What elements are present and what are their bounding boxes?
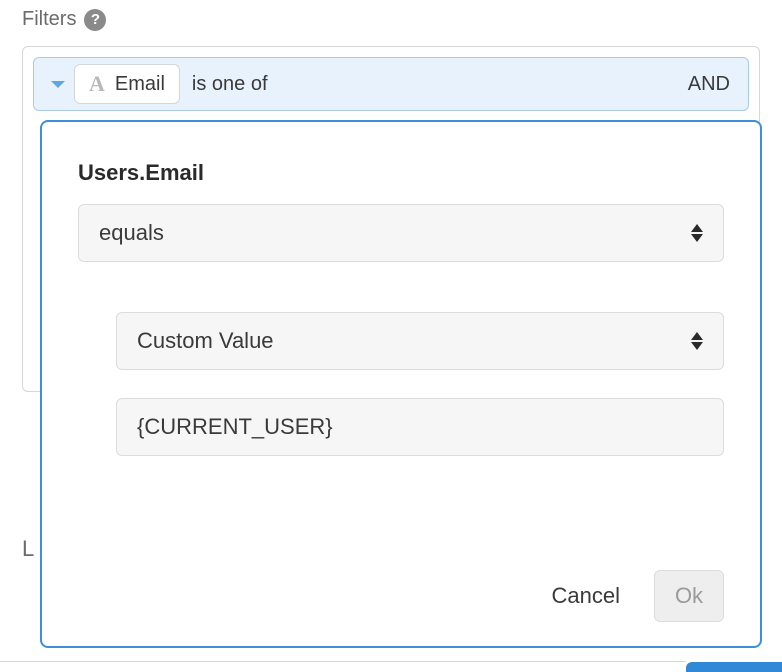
filters-label: Filters ? (22, 8, 106, 31)
caret-down-icon (51, 81, 65, 88)
field-pill[interactable]: A Email (74, 64, 180, 104)
filter-condition: is one of (192, 73, 268, 96)
operator-select[interactable]: equals (78, 204, 724, 262)
ok-button[interactable]: Ok (654, 570, 724, 622)
field-name: Email (115, 73, 165, 96)
popup-title: Users.Email (78, 160, 724, 186)
divider (0, 661, 686, 662)
button-row: Cancel Ok (78, 550, 724, 622)
filter-row[interactable]: A Email is one of AND (33, 57, 749, 111)
filter-joiner: AND (688, 73, 736, 96)
filter-popup: Users.Email equals Custom Value {CURRENT… (40, 120, 762, 648)
sort-arrows-icon (691, 224, 703, 242)
value-input[interactable]: {CURRENT_USER} (116, 398, 724, 456)
value-type: Custom Value (137, 328, 274, 354)
value-type-select[interactable]: Custom Value (116, 312, 724, 370)
filter-caret[interactable] (46, 81, 70, 88)
help-icon[interactable]: ? (84, 9, 106, 31)
operator-value: equals (99, 220, 164, 246)
text-type-icon: A (89, 71, 105, 97)
value-text: {CURRENT_USER} (137, 414, 333, 440)
sort-arrows-icon (691, 332, 703, 350)
partial-text: L (22, 536, 34, 562)
ok-label: Ok (675, 583, 703, 609)
cancel-button[interactable]: Cancel (552, 583, 620, 609)
filters-label-text: Filters (22, 8, 76, 31)
bottom-accent (686, 662, 782, 672)
